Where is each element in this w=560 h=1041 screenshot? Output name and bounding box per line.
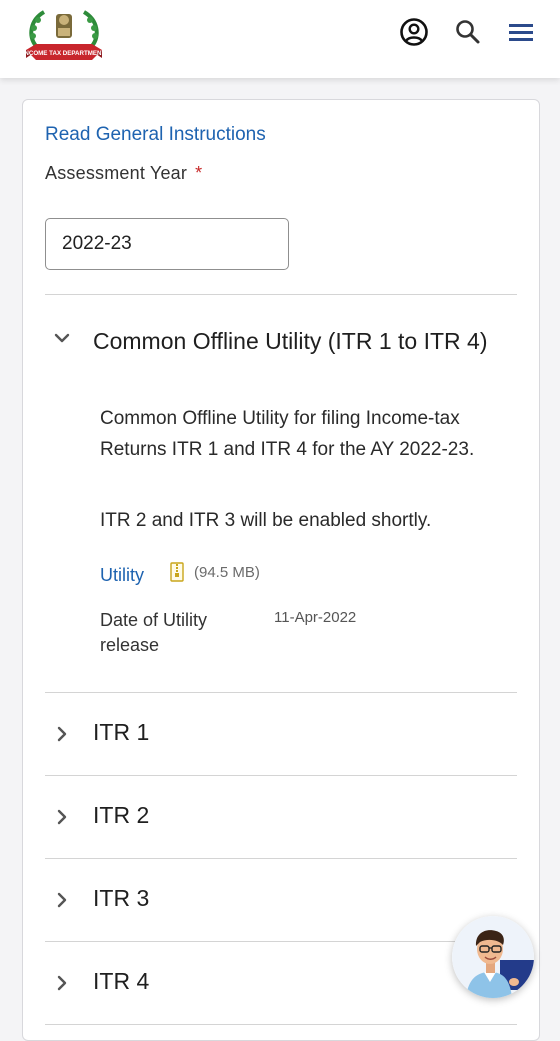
chevron-right-icon[interactable] [53, 725, 71, 743]
svg-text:INCOME TAX DEPARTMENT: INCOME TAX DEPARTMENT [23, 50, 106, 57]
file-size: (94.5 MB) [194, 564, 260, 581]
assessment-year-label: Assessment Year * [45, 163, 203, 183]
release-date-label: Date of Utility release [100, 610, 208, 655]
itr-label[interactable]: ITR 4 [93, 968, 149, 995]
assistant-avatar-icon [452, 916, 534, 998]
divider [45, 1024, 517, 1025]
income-tax-logo[interactable]: INCOME TAX DEPARTMENT [22, 6, 106, 66]
release-date-value: 11-Apr-2022 [274, 609, 357, 626]
itr-label[interactable]: ITR 3 [93, 885, 149, 912]
utility-description: Common Offline Utility for filing Income… [100, 408, 475, 460]
general-instructions-link[interactable]: Read General Instructions [45, 124, 266, 146]
assessment-year-select[interactable] [45, 218, 289, 270]
required-mark: * [195, 163, 203, 183]
chevron-right-icon[interactable] [53, 808, 71, 826]
search-icon[interactable] [452, 16, 484, 48]
accordion-itr-3[interactable]: ITR 3 [45, 859, 517, 941]
accordion-itr-4[interactable]: ITR 4 [45, 942, 517, 1024]
itr-label[interactable]: ITR 2 [93, 802, 149, 829]
accordion-itr-1[interactable]: ITR 1 [45, 693, 517, 775]
itr-label[interactable]: ITR 1 [93, 719, 149, 746]
chat-assistant-button[interactable] [452, 916, 534, 998]
chevron-right-icon[interactable] [53, 974, 71, 992]
accordion-itr-2[interactable]: ITR 2 [45, 776, 517, 858]
top-header: INCOME TAX DEPARTMENT [0, 0, 560, 78]
downloads-card: Read General Instructions Assessment Yea… [22, 99, 540, 1041]
menu-icon[interactable] [505, 16, 537, 48]
utility-download-link[interactable]: Utility [100, 565, 144, 586]
accordion-title[interactable]: Common Offline Utility (ITR 1 to ITR 4) [45, 322, 515, 360]
chevron-right-icon[interactable] [53, 891, 71, 909]
divider [45, 294, 517, 295]
account-icon[interactable] [398, 16, 430, 48]
zip-file-icon[interactable] [170, 562, 184, 582]
utility-note: ITR 2 and ITR 3 will be enabled shortly. [100, 510, 432, 531]
